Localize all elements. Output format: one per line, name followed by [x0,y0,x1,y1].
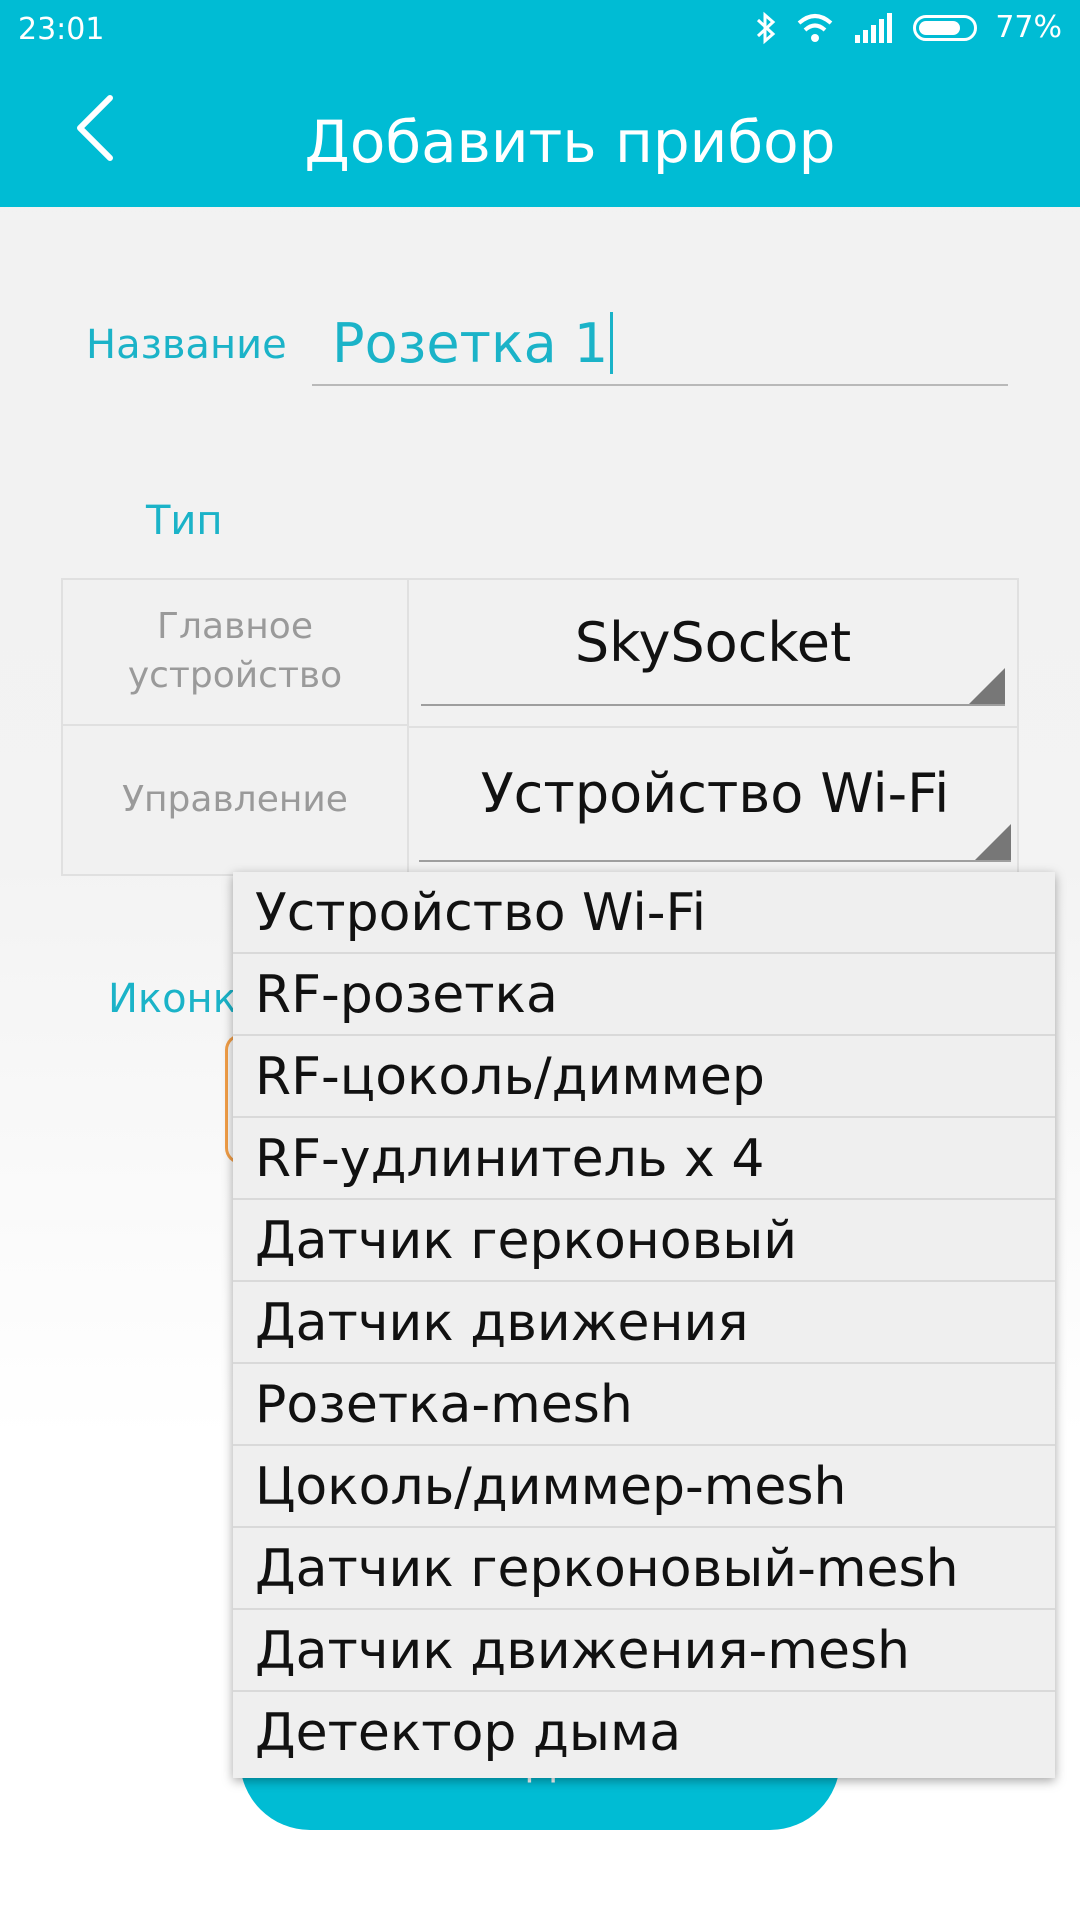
dropdown-option[interactable]: RF-розетка [233,954,1055,1036]
status-icons: 77% [755,10,1062,45]
dropdown-option[interactable]: Детектор дыма [233,1692,1055,1774]
control-dropdown-menu: Устройство Wi-Fi RF-розетка RF-цоколь/ди… [233,872,1055,1778]
signal-icon [855,12,893,43]
status-time: 23:01 [18,12,105,47]
dropdown-triangle-icon [969,668,1005,704]
dropdown-option[interactable]: Датчик движения-mesh [233,1610,1055,1692]
status-bar: 23:01 77% [0,0,1080,62]
dropdown-triangle-icon [975,824,1011,860]
bluetooth-icon [757,11,776,44]
battery-percent: 77% [995,10,1062,45]
dropdown-option[interactable]: Устройство Wi-Fi [233,872,1055,954]
control-select-value: Устройство Wi-Fi [480,762,950,825]
dropdown-option[interactable]: Розетка-mesh [233,1364,1055,1446]
app-bar: 23:01 77% Добавить прибор [0,0,1080,207]
wifi-icon [797,13,833,42]
dropdown-option[interactable]: Датчик герконовый [233,1200,1055,1282]
page-title: Добавить прибор [304,108,836,176]
control-select[interactable]: Устройство Wi-Fi [419,736,1011,862]
dropdown-option[interactable]: RF-цоколь/диммер [233,1036,1055,1118]
name-input-value: Розетка 1 [332,312,614,375]
control-label: Управление [63,726,409,874]
dropdown-option[interactable]: RF-удлинитель х 4 [233,1118,1055,1200]
icon-label: Иконк [108,976,237,1022]
dropdown-option[interactable]: Цоколь/диммер-mesh [233,1446,1055,1528]
main-device-label: Главное устройство [63,580,409,726]
type-label: Тип [146,498,223,544]
text-cursor [610,312,614,374]
name-label: Название [86,322,287,368]
grid-divider [409,726,1017,728]
main-device-select-value: SkySocket [574,611,852,674]
name-input[interactable]: Розетка 1 [312,300,1008,386]
battery-icon [913,14,978,41]
type-grid: Главное устройство SkySocket Управление … [61,578,1019,876]
dropdown-option[interactable]: Датчик герконовый-mesh [233,1528,1055,1610]
main-device-select[interactable]: SkySocket [421,588,1005,706]
dropdown-option[interactable]: Датчик движения [233,1282,1055,1364]
